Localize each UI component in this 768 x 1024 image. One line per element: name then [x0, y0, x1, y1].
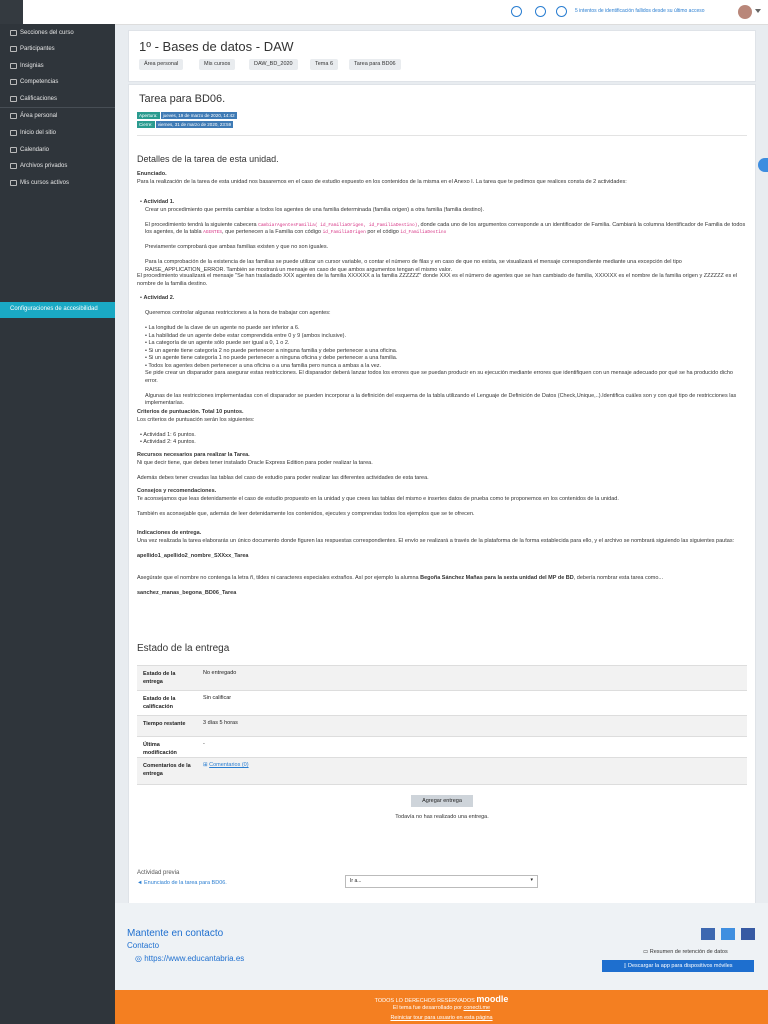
assignment-title: Tarea para BD06.	[139, 93, 226, 105]
calendar-icon	[10, 147, 17, 153]
list-item: Actividad 2: 4 puntos.	[143, 439, 196, 445]
sidebar-item-dashboard[interactable]: Área personal	[0, 110, 115, 124]
table-row: Última modificación -	[137, 736, 747, 757]
table-row: Estado de la calificación Sin calificar	[137, 690, 747, 715]
bell-icon[interactable]	[535, 6, 546, 17]
breadcrumb-item[interactable]: DAW_BD_2020	[249, 59, 298, 70]
sidebar-item-my-courses[interactable]: Mis cursos activos	[0, 177, 115, 191]
top-navbar: 5 intentos de identificación fallidos de…	[0, 0, 768, 25]
check-square-icon	[10, 79, 17, 85]
previous-activity-link[interactable]: ◄ Enunciado de la tarea para BD06.	[137, 880, 337, 888]
sidebar-item-private-files[interactable]: Archivos privados	[0, 160, 115, 174]
sidebar-item-site-home[interactable]: Inicio del sitio	[0, 127, 115, 141]
reset-tour-link[interactable]: Reiniciar tour para usuario en esta pági…	[115, 1015, 768, 1021]
instagram-icon[interactable]	[741, 928, 755, 940]
sidebar-item-calendar[interactable]: Calendario	[0, 144, 115, 158]
sidebar-item-participants[interactable]: Participantes	[0, 43, 115, 57]
submission-heading: Estado de la entrega	[137, 643, 230, 654]
data-retention-link[interactable]: ▭ Resumen de retención de datos	[643, 949, 728, 955]
comments-link[interactable]: ⊞ Comentarios (0)	[203, 762, 249, 768]
list-item: Actividad 1: 6 puntos.	[143, 431, 196, 438]
opened-date: Apertura: jueves, 19 de marzo de 2020, 1…	[137, 112, 237, 119]
sidebar-item-badges[interactable]: Insignias	[0, 60, 115, 74]
sidebar-item-sections[interactable]: Secciones del curso	[0, 27, 115, 41]
twitter-icon[interactable]	[721, 928, 735, 940]
phone-icon: ▯	[623, 963, 627, 969]
sidebar-item-competencies[interactable]: Competencias	[0, 76, 115, 90]
globe-icon: ◎	[135, 954, 142, 963]
details-heading: Detalles de la tarea de esta unidad.	[137, 154, 279, 164]
list-item: La categoría de un agente sólo puede ser…	[148, 340, 290, 346]
globe-icon[interactable]	[511, 6, 522, 17]
list-item: Si un agente tiene categoría 1 no puede …	[148, 355, 398, 361]
activity-1: • Actividad 1. Crear un procedimiento qu…	[137, 199, 746, 273]
facebook-icon[interactable]	[701, 928, 715, 940]
moodle-logo: moodle	[476, 994, 509, 1004]
developer-line: El tema fue desarrollado por conecti.me	[392, 1005, 491, 1011]
file-icon	[10, 163, 17, 169]
users-icon	[10, 46, 17, 52]
list-item: La habilidad de un agente debe estar com…	[148, 332, 346, 339]
activity-1-output: El procedimiento visualizará el mensaje …	[137, 273, 738, 287]
login-notice[interactable]: 5 intentos de identificación fallidos de…	[575, 8, 705, 14]
list-item: La longitud de la clave de un agente no …	[148, 325, 300, 331]
menu-icon[interactable]	[0, 0, 23, 24]
jump-to-select[interactable]: Ir a... ▾	[345, 875, 538, 888]
file-icon: ▭	[643, 949, 649, 955]
site-icon	[10, 130, 17, 136]
table-row: Estado de la entrega No entregado	[137, 665, 747, 690]
avatar[interactable]	[738, 5, 752, 19]
contact-label: Contacto	[127, 941, 160, 950]
advice: Consejos y recomendaciones. Te aconsejam…	[137, 488, 619, 517]
chevron-down-icon: ▾	[530, 877, 533, 883]
breadcrumb-item[interactable]: Tema 6	[310, 59, 339, 70]
page-title: 1º - Bases de datos - DAW	[139, 39, 294, 54]
drawer-toggle-icon[interactable]	[758, 158, 768, 172]
download-app-button[interactable]: ▯ Descargar la app para dispositivos móv…	[602, 960, 754, 972]
copyright-bar: TODOS LO DERECHOS RESERVADOS moodle El t…	[115, 990, 768, 1024]
rights-line: TODOS LO DERECHOS RESERVADOS moodle	[374, 994, 509, 1004]
breadcrumb-item[interactable]: Tarea para BD06	[349, 59, 401, 70]
footer: Mantente en contacto Contacto ◎ https://…	[115, 903, 768, 990]
website-link[interactable]: ◎ https://www.educantabria.es	[135, 954, 244, 963]
table-row: Tiempo restante 3 días 5 horas	[137, 715, 747, 736]
delivery-instructions: Indicaciones de entrega. Una vez realiza…	[137, 530, 735, 596]
main-content: Tarea para BD06. Apertura: jueves, 19 de…	[128, 84, 756, 906]
list-item: Si un agente tiene categoría 2 no puede …	[148, 347, 398, 354]
submission-status-table: Estado de la entrega No entregado Estado …	[137, 665, 747, 785]
folder-icon	[10, 30, 17, 36]
no-submission-text: Todavía no has realizado una entrega.	[395, 814, 489, 820]
due-date: Cierre: viernes, 31 de marzo de 2020, 23…	[137, 121, 234, 128]
accessibility-settings-button[interactable]: Configuraciones de accesibilidad	[0, 302, 115, 318]
breadcrumb-item[interactable]: Mis cursos	[199, 59, 236, 70]
home-icon	[10, 113, 17, 119]
footer-heading: Mantente en contacto	[127, 928, 224, 939]
list-item: Todos los agentes deben pertenecer a una…	[148, 362, 382, 369]
page-header: 1º - Bases de datos - DAW Área personal …	[128, 30, 756, 82]
chevron-down-icon[interactable]	[755, 9, 761, 13]
chat-icon[interactable]	[556, 6, 567, 17]
breadcrumb-item[interactable]: Área personal	[139, 59, 184, 70]
sidebar: Secciones del curso Participantes Insign…	[0, 24, 115, 1024]
table-row: Comentarios de la entrega ⊞ Comentarios (…	[137, 757, 747, 785]
activity-2: • Actividad 2. Queremos controlar alguna…	[137, 295, 737, 406]
developer-link[interactable]: conecti.me	[464, 1005, 491, 1011]
graduation-icon	[10, 180, 17, 186]
criteria: Criterios de puntuación. Total 10 puntos…	[137, 409, 255, 445]
add-submission-button[interactable]: Agregar entrega	[411, 795, 473, 807]
intro-text: Enunciado. Para la realización de la tar…	[137, 171, 627, 185]
sidebar-divider	[0, 107, 115, 108]
resources: Recursos necesarios para realizar la Tar…	[137, 452, 429, 481]
divider	[137, 135, 747, 136]
sidebar-item-grades[interactable]: Calificaciones	[0, 93, 115, 107]
badge-icon	[10, 63, 17, 69]
table-icon	[10, 96, 17, 102]
